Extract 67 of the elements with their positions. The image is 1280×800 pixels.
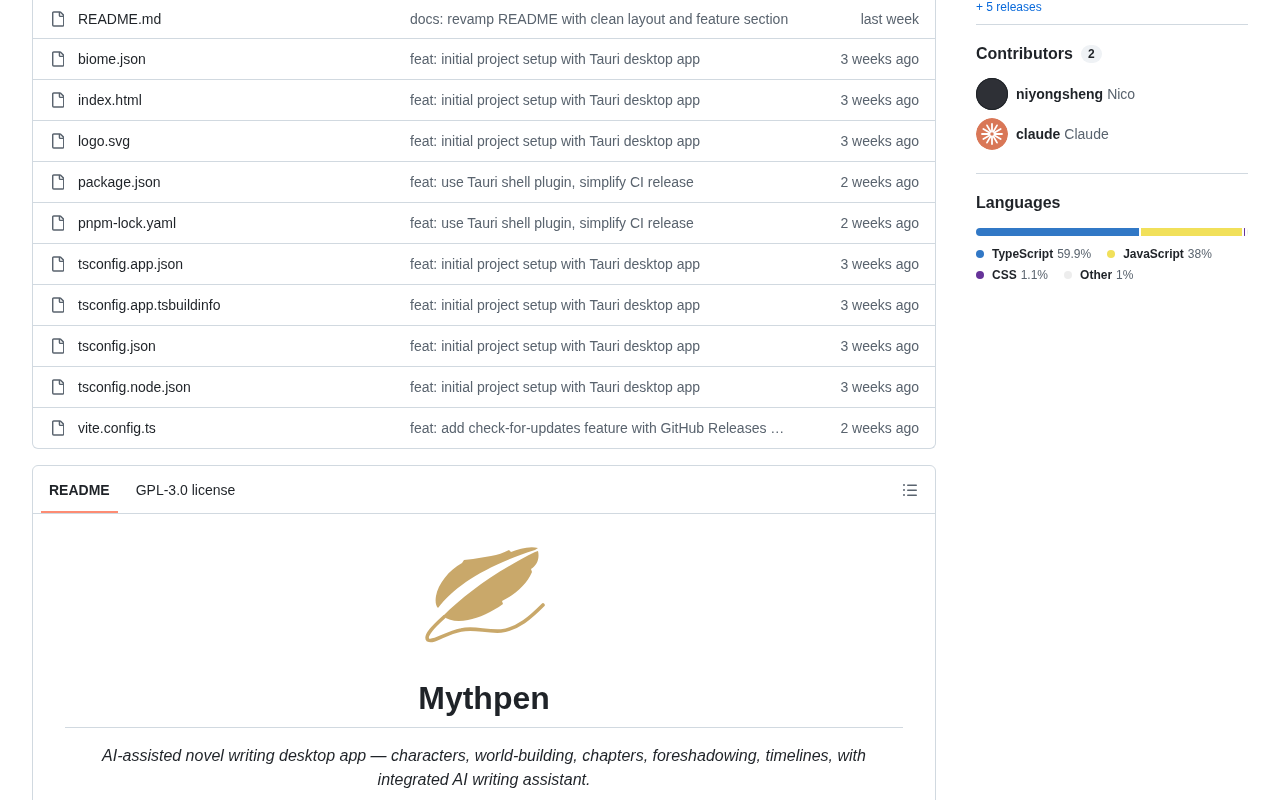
file-name-link[interactable]: tsconfig.app.json — [78, 256, 184, 272]
file-icon — [52, 420, 64, 436]
file-name-link[interactable]: logo.svg — [78, 133, 131, 149]
file-icon — [52, 174, 64, 190]
file-icon — [52, 379, 64, 395]
avatar-photo-placeholder[interactable] — [976, 78, 1008, 110]
contributor-name: Claude — [1064, 126, 1109, 142]
file-name-link[interactable]: package.json — [78, 174, 161, 190]
file-name-link[interactable]: pnpm-lock.yaml — [78, 215, 177, 231]
commit-date: 3 weeks ago — [840, 256, 919, 272]
file-icon — [52, 92, 64, 108]
language-percent: 59.9% — [1057, 246, 1092, 262]
contributor-login-link[interactable]: niyongsheng — [1016, 86, 1104, 102]
file-name-link[interactable]: tsconfig.app.tsbuildinfo — [78, 297, 221, 313]
language-percent: 1% — [1116, 267, 1134, 283]
commit-message-link[interactable]: feat: use Tauri shell plugin, simplify CI release — [410, 174, 694, 190]
commit-date: 3 weeks ago — [840, 338, 919, 354]
file-icon — [52, 256, 64, 272]
language-name[interactable]: TypeScript — [992, 246, 1054, 262]
file-name-link[interactable]: vite.config.ts — [78, 420, 156, 436]
commit-message-link[interactable]: feat: initial project setup with Tauri desktop app — [410, 51, 701, 67]
commit-date: 2 weeks ago — [840, 420, 919, 436]
commit-message-link[interactable]: feat: initial project setup with Tauri desktop app — [410, 379, 701, 395]
language-name[interactable]: JavaScript — [1123, 246, 1184, 262]
contributor-name: Nico — [1107, 86, 1136, 102]
file-icon — [52, 215, 64, 231]
file-name-link[interactable]: index.html — [78, 92, 142, 108]
project-description: AI-assisted novel writing desktop app — characters, world-building, chapters, foreshadowing, timelines, with integrated AI writing assistant. — [100, 746, 867, 790]
commit-message-link[interactable]: feat: use Tauri shell plugin, simplify CI release — [410, 215, 694, 231]
file-icon — [52, 297, 64, 313]
contributors-heading[interactable]: Contributors — [976, 45, 1073, 63]
language-name[interactable]: Other — [1080, 267, 1113, 283]
commit-message-link[interactable]: feat: initial project setup with Tauri desktop app — [410, 133, 701, 149]
releases-link[interactable]: + 5 releases — [976, 0, 1042, 14]
commit-date: last week — [860, 11, 919, 27]
commit-date: 3 weeks ago — [840, 133, 919, 149]
commit-date: 3 weeks ago — [840, 92, 919, 108]
starburst-avatar-icon[interactable] — [976, 118, 1008, 150]
commit-date: 3 weeks ago — [840, 379, 919, 395]
readme-tab[interactable]: GPL-3.0 license — [127, 466, 244, 513]
commit-date: 3 weeks ago — [840, 51, 919, 67]
file-name-link[interactable]: tsconfig.json — [78, 338, 156, 354]
commit-date: 2 weeks ago — [840, 174, 919, 190]
commit-date: 3 weeks ago — [840, 297, 919, 313]
commit-message-link[interactable]: feat: add check-for-updates feature with GitHub Releases … — [410, 420, 785, 436]
languages-heading: Languages — [976, 194, 1061, 212]
list-icon — [903, 483, 917, 496]
file-icon — [52, 11, 64, 27]
file-name-link[interactable]: README.md — [78, 11, 162, 27]
file-icon — [52, 51, 64, 67]
readme-tab[interactable]: README — [41, 466, 118, 513]
language-percent: 1.1% — [1020, 267, 1049, 283]
file-name-link[interactable]: biome.json — [78, 51, 146, 67]
language-name[interactable]: CSS — [992, 267, 1017, 283]
commit-message-link[interactable]: docs: revamp README with clean layout and feature section — [410, 11, 789, 27]
project-title: Mythpen — [418, 679, 550, 718]
commit-date: 2 weeks ago — [840, 215, 919, 231]
contributor-login-link[interactable]: claude — [1016, 126, 1061, 142]
contributors-count: 2 — [1080, 45, 1102, 63]
commit-message-link[interactable]: feat: initial project setup with Tauri desktop app — [410, 92, 701, 108]
file-icon — [52, 338, 64, 354]
commit-message-link[interactable]: feat: initial project setup with Tauri desktop app — [410, 297, 701, 313]
file-icon — [52, 133, 64, 149]
file-name-link[interactable]: tsconfig.node.json — [78, 379, 191, 395]
commit-message-link[interactable]: feat: initial project setup with Tauri desktop app — [410, 256, 701, 272]
language-percent: 38% — [1187, 246, 1212, 262]
commit-message-link[interactable]: feat: initial project setup with Tauri desktop app — [410, 338, 701, 354]
